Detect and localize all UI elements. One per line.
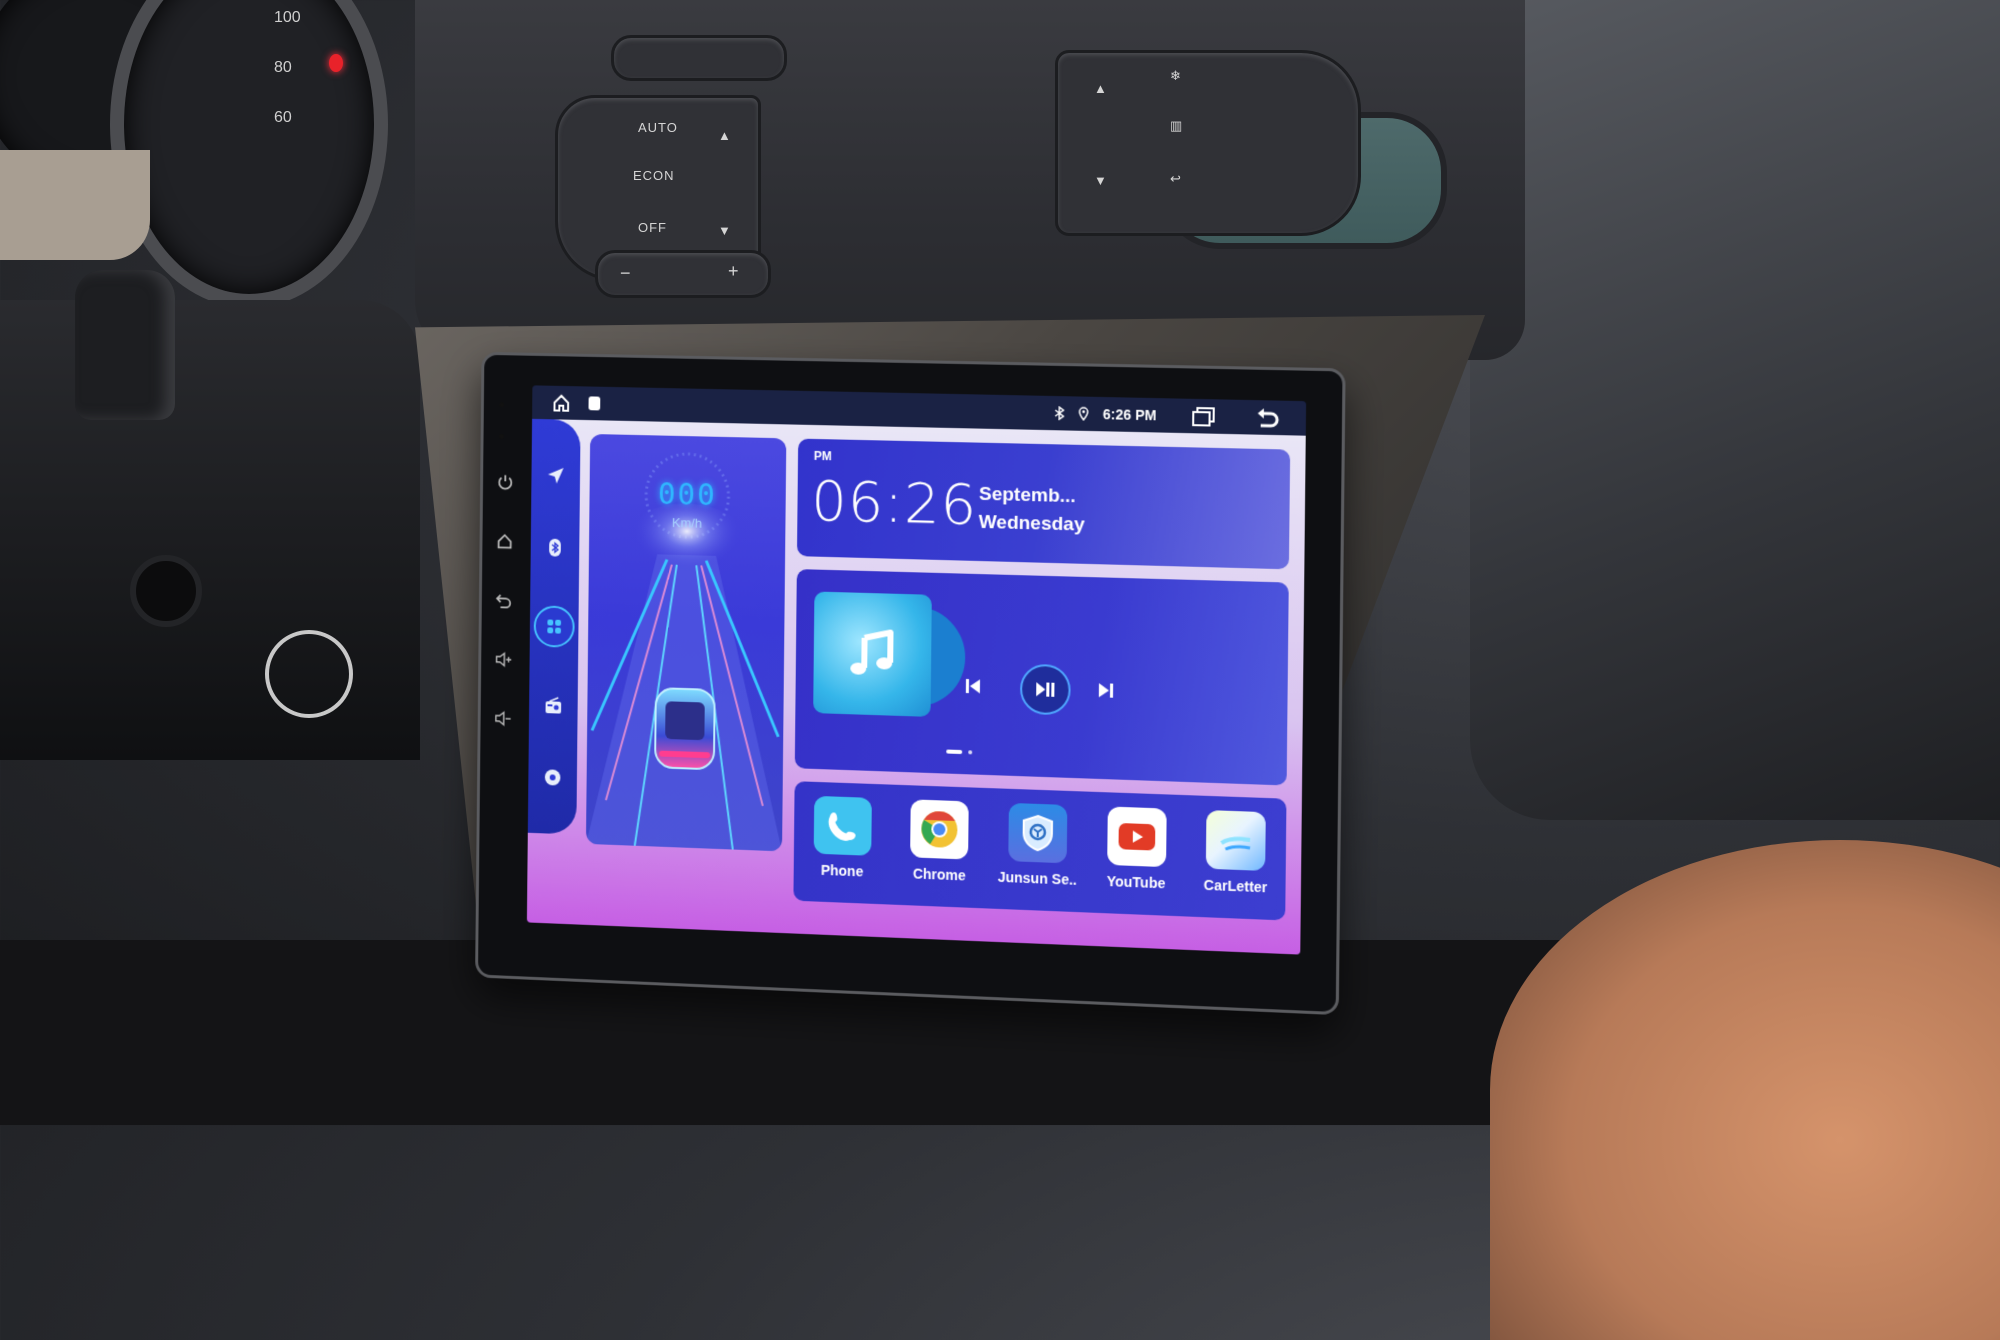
windshield-defrost-button[interactable]: ❄ (1170, 68, 1182, 84)
off-button[interactable]: OFF (638, 220, 667, 235)
hw-volume-down-button[interactable] (492, 709, 513, 731)
speed-value: 000 (657, 477, 717, 514)
bluetooth-icon (1054, 406, 1064, 420)
recirculation-button[interactable]: ↩ (1170, 171, 1182, 187)
temp-up-left-button[interactable]: ▲ (718, 128, 732, 143)
key-ring (265, 630, 353, 718)
clock-date: Septemb... Wednesday (979, 481, 1086, 540)
carletter-icon (1206, 810, 1266, 871)
navigation-icon (547, 467, 564, 484)
app-label: Junsun Se.. (997, 868, 1078, 888)
bluetooth-icon (549, 538, 561, 558)
app-youtube[interactable]: YouTube (1093, 806, 1179, 892)
reset-indicator (498, 433, 504, 439)
app-label: CarLetter (1203, 876, 1268, 896)
youtube-icon (1106, 806, 1167, 868)
hw-volume-up-button[interactable] (493, 650, 514, 672)
location-icon (1079, 407, 1089, 421)
app-indicator-icon (588, 396, 601, 411)
hw-home-button[interactable] (494, 532, 515, 554)
app-carletter[interactable]: CarLetter (1192, 810, 1279, 896)
hw-power-button[interactable] (495, 473, 516, 495)
radio-icon (545, 695, 564, 714)
app-label: Chrome (912, 865, 966, 884)
clock-weekday: Wednesday (978, 511, 1085, 536)
side-dock (527, 418, 581, 835)
settings-icon (544, 769, 561, 786)
app-label: Phone (820, 861, 864, 880)
warning-light (329, 54, 343, 72)
hardware-button-strip (484, 394, 528, 947)
app-phone[interactable]: Phone (800, 795, 884, 880)
climate-control-panel: AUTO ECON OFF ▲ ▼ OFF − + ▲ ▼ ❄ ▥ ↩ (415, 0, 1525, 360)
back-icon (495, 591, 513, 609)
dashboard-trim (0, 150, 150, 260)
play-pause-button[interactable] (1019, 663, 1071, 716)
rear-defrost-button[interactable]: ▥ (1170, 118, 1183, 134)
power-icon (496, 473, 514, 491)
temp-down-left-button[interactable]: ▼ (718, 223, 732, 238)
skip-previous-icon (965, 678, 981, 694)
seat-heat-buttons[interactable] (611, 35, 787, 81)
dock-navigation[interactable] (541, 460, 570, 490)
fan-minus-button[interactable]: − (620, 263, 632, 284)
previous-track-button[interactable] (963, 676, 983, 702)
temp-up-right-button[interactable]: ▲ (1094, 81, 1108, 96)
screen: 6:26 PM 000 Km/h PM 06:26 Septemb... Wed… (526, 385, 1307, 955)
hw-back-button[interactable] (493, 591, 514, 613)
app-label: YouTube (1106, 872, 1166, 892)
dock-apps[interactable] (533, 605, 575, 648)
music-widget[interactable] (794, 569, 1289, 786)
ignition-lock (130, 555, 202, 627)
clock-ampm: PM (813, 448, 832, 464)
fan-plus-button[interactable]: + (728, 261, 740, 282)
wiper-stalk (75, 270, 175, 420)
econ-button[interactable]: ECON (633, 168, 675, 183)
skip-next-icon (1098, 683, 1114, 698)
album-art[interactable] (813, 591, 932, 717)
recent-apps-icon[interactable] (1191, 405, 1216, 428)
passenger-dashboard (1470, 0, 2000, 820)
home-icon[interactable] (552, 393, 572, 413)
head-unit: 6:26 PM 000 Km/h PM 06:26 Septemb... Wed… (475, 351, 1346, 1016)
phone-icon (813, 795, 872, 856)
app-chrome[interactable]: Chrome (897, 799, 982, 884)
volume-up-icon (495, 650, 513, 668)
chrome-icon (910, 799, 970, 860)
app-junsun-settings[interactable]: Junsun Se.. (995, 802, 1081, 888)
music-note-icon (850, 623, 902, 685)
home-icon (496, 532, 514, 550)
fan-speed-buttons[interactable]: − + (595, 250, 771, 298)
speedometer: 100 80 60 (110, 0, 388, 308)
speedo-tick: 60 (274, 109, 292, 126)
clock-time: 06:26 (811, 468, 978, 538)
speedo-tick: 100 (274, 9, 301, 26)
dock-settings[interactable] (538, 762, 567, 793)
speedometer-widget[interactable]: 000 Km/h (585, 433, 787, 852)
volume-down-icon (494, 709, 512, 727)
passenger-knee (1490, 840, 2000, 1340)
junsun-shield-icon (1008, 802, 1068, 864)
steering-column (0, 300, 420, 760)
home-screen: 000 Km/h PM 06:26 Septemb... Wednesday P… (526, 418, 1306, 955)
page-indicator-inactive (968, 750, 973, 755)
climate-right-buttons: ▲ ▼ ❄ ▥ ↩ (1055, 50, 1361, 236)
clock-widget[interactable]: PM 06:26 Septemb... Wednesday (796, 438, 1291, 570)
speedo-tick: 80 (274, 59, 292, 76)
page-indicator-active (946, 749, 963, 755)
app-shortcuts: Phone Chrome Junsun Se.. YouTube CarLett… (793, 781, 1287, 921)
page-indicator (946, 749, 973, 755)
temp-down-right-button[interactable]: ▼ (1094, 173, 1108, 188)
next-track-button[interactable] (1096, 680, 1117, 706)
dock-bluetooth[interactable] (540, 533, 569, 563)
play-pause-icon (1036, 682, 1055, 697)
back-icon[interactable] (1254, 406, 1281, 429)
apps-grid-icon (547, 619, 562, 634)
dock-radio[interactable] (539, 690, 568, 721)
mic-indicator (499, 402, 505, 408)
clock-month: Septemb... (978, 483, 1076, 508)
auto-button[interactable]: AUTO (638, 120, 678, 135)
status-time: 6:26 PM (1102, 406, 1157, 424)
